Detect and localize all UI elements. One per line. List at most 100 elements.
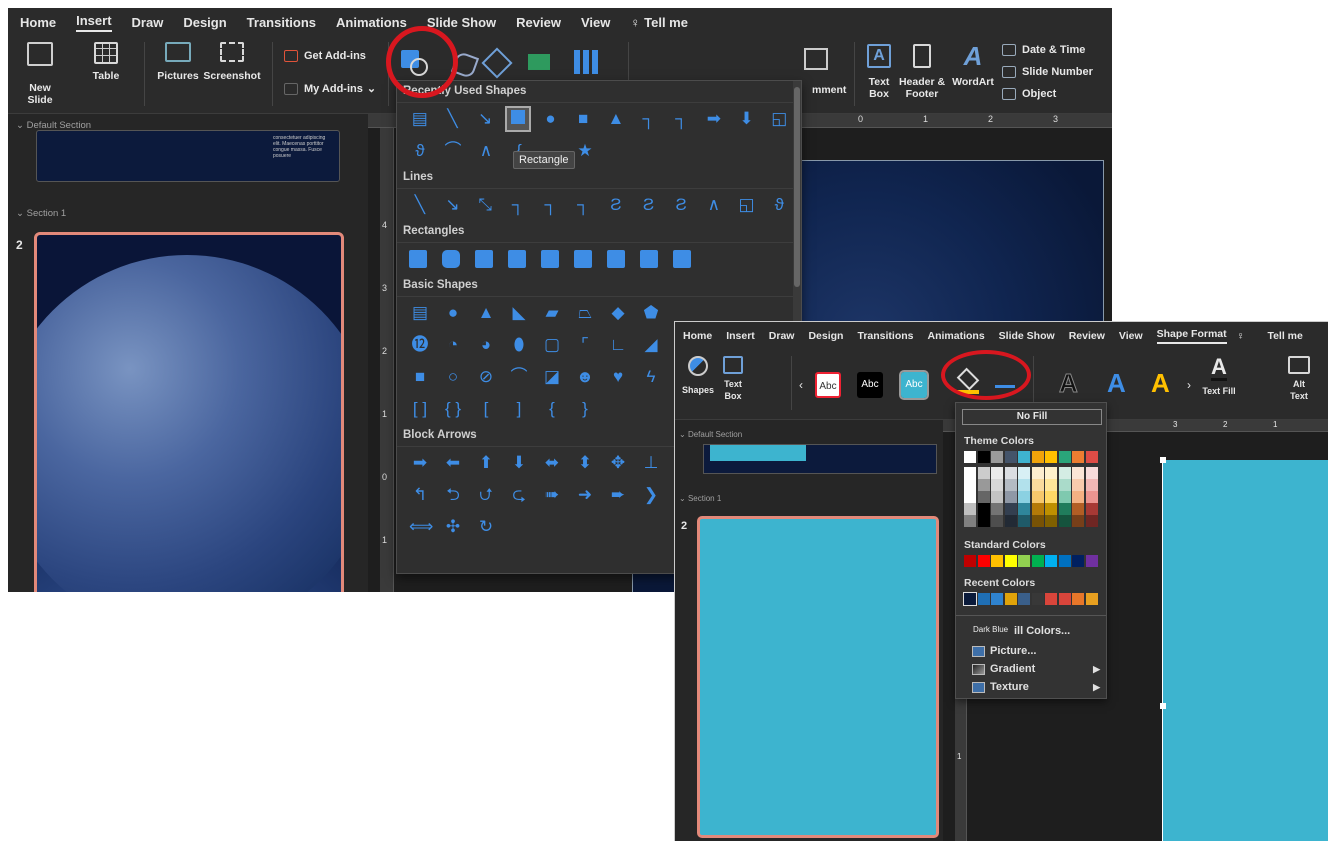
half-frame-icon[interactable]: ⌜	[574, 334, 596, 356]
standard-color-swatch[interactable]	[1045, 555, 1057, 567]
gradient-fill-item[interactable]: Gradient ▶	[972, 663, 1100, 675]
scribble-icon[interactable]: ϑ	[768, 194, 790, 216]
wordart-button[interactable]: A WordArt	[950, 43, 996, 88]
new-slide-button[interactable]: New Slide	[20, 42, 60, 106]
smiley-icon[interactable]: ☻	[574, 366, 596, 388]
heart-icon[interactable]: ♥	[607, 366, 629, 388]
theme-color-swatch[interactable]	[1072, 451, 1084, 463]
tab-draw[interactable]: Draw	[769, 330, 795, 342]
right-triangle-icon[interactable]: ◣	[508, 302, 530, 324]
triangle-icon[interactable]: ▲	[475, 302, 497, 324]
theme-color-swatch[interactable]	[1045, 451, 1057, 463]
recent-color-swatch[interactable]	[1045, 593, 1057, 605]
texture-fill-item[interactable]: Texture ▶	[972, 681, 1100, 693]
shape-style-white[interactable]: Abc	[815, 372, 841, 398]
bracket-pair-icon[interactable]: [ ]	[409, 398, 431, 420]
oval-icon[interactable]: ●	[442, 302, 464, 324]
theme-color-swatch[interactable]	[1072, 491, 1084, 503]
left-bracket-icon[interactable]: [	[475, 398, 497, 420]
slide-2-thumbnail[interactable]	[34, 232, 344, 592]
picture-fill-item[interactable]: Picture...	[972, 645, 1036, 657]
recent-color-swatch[interactable]	[1058, 593, 1071, 605]
resize-handle[interactable]	[1160, 703, 1166, 709]
theme-color-swatch[interactable]	[1058, 479, 1071, 491]
theme-color-swatch[interactable]	[964, 451, 976, 463]
slide-number-button[interactable]: Slide Number	[1002, 66, 1093, 78]
theme-color-swatch[interactable]	[977, 503, 990, 515]
right-arrow-icon[interactable]: ➡	[703, 108, 725, 130]
recent-color-swatch[interactable]	[1004, 593, 1017, 605]
donut-icon[interactable]: ○	[442, 366, 464, 388]
tab-review[interactable]: Review	[1069, 330, 1105, 342]
no-symbol-icon[interactable]: ⊘	[475, 366, 497, 388]
standard-color-swatch[interactable]	[977, 555, 990, 567]
curve-icon[interactable]: ∧	[703, 194, 725, 216]
my-addins-button[interactable]: My Add-ins ⌄	[284, 82, 376, 95]
date-time-button[interactable]: Date & Time	[1002, 44, 1085, 56]
theme-color-swatch[interactable]	[1045, 503, 1057, 515]
pie-icon[interactable]: ◔	[442, 334, 464, 356]
tab-insert[interactable]: Insert	[76, 13, 112, 32]
theme-color-swatch[interactable]	[991, 503, 1003, 515]
theme-color-swatch[interactable]	[1018, 503, 1030, 515]
curved-double-arrow-icon[interactable]: Ƨ	[670, 194, 692, 216]
tab-draw[interactable]: Draw	[132, 15, 164, 30]
tab-review[interactable]: Review	[516, 15, 561, 30]
theme-color-swatch[interactable]	[1018, 491, 1030, 503]
arc-icon[interactable]: ⌒	[442, 140, 464, 162]
tab-transitions[interactable]: Transitions	[247, 15, 316, 30]
rounded-rectangle-shape-icon[interactable]: ■	[572, 108, 594, 130]
up-down-arrow-icon[interactable]: ⬍	[574, 452, 596, 474]
line-icon[interactable]: ╲	[409, 194, 431, 216]
standard-color-swatch[interactable]	[1004, 555, 1017, 567]
down-arrow-icon[interactable]: ⬇	[736, 108, 758, 130]
theme-color-swatch[interactable]	[977, 515, 990, 527]
theme-color-swatch[interactable]	[1058, 491, 1071, 503]
get-addins-button[interactable]: Get Add-ins	[284, 50, 366, 62]
theme-color-swatch[interactable]	[1085, 479, 1098, 491]
tab-animations[interactable]: Animations	[336, 15, 407, 30]
table-button[interactable]: Table	[86, 42, 126, 82]
line-shape-icon[interactable]: ╲	[442, 108, 464, 130]
triangle-shape-icon[interactable]: ▲	[605, 108, 627, 130]
tab-design[interactable]: Design	[808, 330, 843, 342]
theme-color-swatch[interactable]	[1004, 451, 1017, 463]
theme-color-swatch[interactable]	[1045, 491, 1057, 503]
rectangle-shape-icon[interactable]	[505, 106, 531, 132]
resize-handle[interactable]	[1160, 457, 1166, 463]
wordart-style-gold[interactable]: A	[1151, 368, 1170, 399]
recent-color-swatch[interactable]	[1031, 593, 1044, 605]
theme-color-swatch[interactable]	[1004, 503, 1017, 515]
theme-color-swatch[interactable]	[964, 503, 976, 515]
oval-shape-icon[interactable]: ●	[540, 108, 562, 130]
theme-color-swatch[interactable]	[1031, 515, 1044, 527]
more-fill-colors-item[interactable]: ill Colors...	[1014, 625, 1070, 637]
tab-view[interactable]: View	[1119, 330, 1143, 342]
theme-color-swatch[interactable]	[1045, 515, 1057, 527]
bent-up-arrow-icon[interactable]: ⮎	[508, 484, 530, 506]
theme-color-swatch[interactable]	[1031, 451, 1044, 463]
tab-animations[interactable]: Animations	[928, 330, 985, 342]
tab-tell-me[interactable]: ♀ Tell me	[1237, 330, 1323, 342]
header-footer-button[interactable]: Header & Footer	[898, 44, 946, 100]
theme-color-swatch[interactable]	[1058, 467, 1071, 479]
u-turn-arrow-icon[interactable]: ⮌	[442, 484, 464, 506]
folded-corner-icon[interactable]: ◪	[541, 366, 563, 388]
chevron-icon[interactable]: ❯	[640, 484, 662, 506]
standard-color-swatch[interactable]	[1085, 555, 1098, 567]
theme-color-swatch[interactable]	[1031, 467, 1044, 479]
elbow-arrow-icon[interactable]: ┐	[540, 194, 562, 216]
elbow-arrow-icon[interactable]: ┐	[670, 108, 692, 130]
right-brace-icon[interactable]: }	[574, 398, 596, 420]
tab-insert[interactable]: Insert	[726, 330, 755, 342]
comment-button[interactable]: mment	[812, 84, 846, 96]
theme-color-swatch[interactable]	[1072, 515, 1084, 527]
pentagon-icon[interactable]: ⬟	[640, 302, 662, 324]
star-icon[interactable]: ★	[574, 140, 596, 162]
theme-color-swatch[interactable]	[991, 467, 1003, 479]
tab-slide-show[interactable]: Slide Show	[999, 330, 1055, 342]
theme-color-swatch[interactable]	[991, 515, 1003, 527]
decagon-icon[interactable]: ⓬	[409, 334, 431, 356]
standard-color-swatch[interactable]	[1072, 555, 1084, 567]
theme-color-swatch[interactable]	[1031, 503, 1044, 515]
